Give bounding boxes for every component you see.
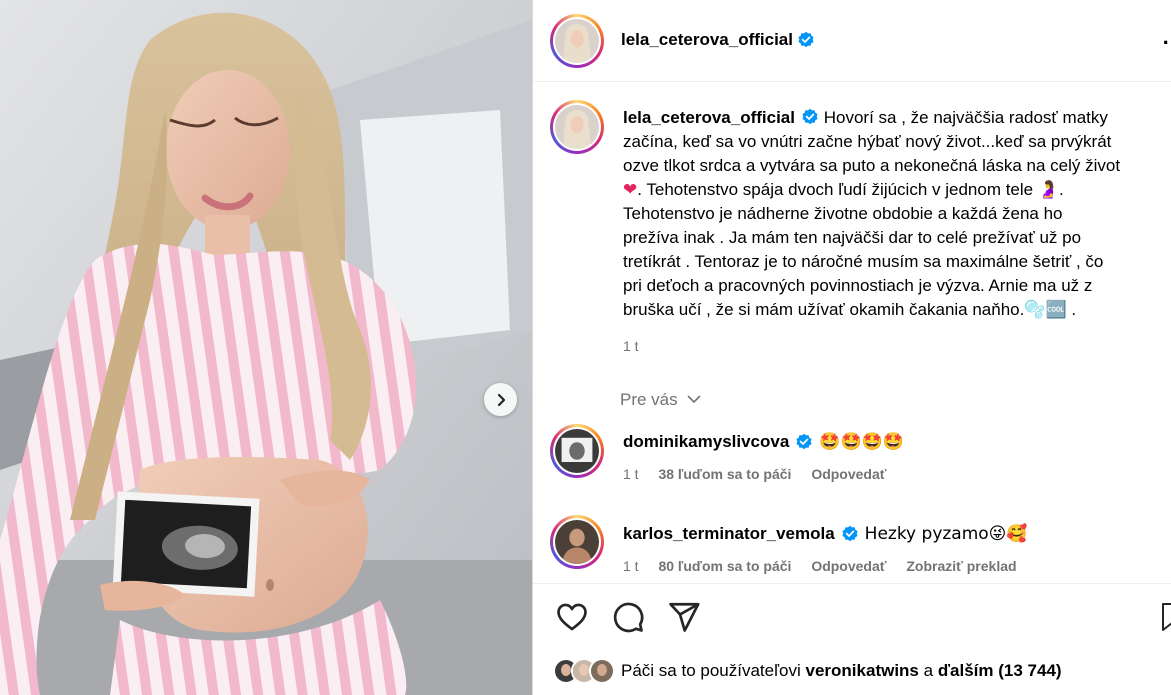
comment-item: karlos_terminator_vemola Hezky pyzamo😜🥰 … [623,524,1033,574]
comment-avatar[interactable] [550,424,604,478]
comment-username[interactable]: karlos_terminator_vemola [623,524,835,544]
likes-joiner: a [923,661,934,680]
verified-icon [796,433,812,450]
likes-prefix: Páči sa to používateľovi [621,661,801,680]
post-caption: lela_ceterova_official Hovorí sa , že na… [623,106,1171,358]
pre-vas-label: Pre vás [620,390,678,409]
bookmark-icon[interactable] [1161,602,1171,632]
likes-rest[interactable]: ďalším (13 744) [938,661,1062,681]
caption-line-6: prežíva inak . Ja mám ten najväčši dar t… [623,228,1082,247]
caption-avatar[interactable] [550,100,604,154]
verified-icon [802,108,818,125]
caption-line-8: pri deťoch a pracovných povinnostiach je… [623,276,1093,295]
pre-vas-toggle[interactable]: Pre vás [620,390,702,410]
more-icon[interactable]: · [1163,30,1171,56]
caption-line-4: . Tehotenstvo spája dvoch ľudí žijúcich … [637,180,1034,199]
author-avatar[interactable] [550,14,604,68]
reply-button[interactable]: Odpovedať [811,466,886,482]
comment-time[interactable]: 1 t [623,466,639,482]
verified-icon [798,31,814,48]
comment-text: Hezky pyzamo😜🥰 [864,524,1028,544]
caption-line-1: Hovorí sa , že najväčšia radosť matky [823,108,1108,127]
actions-divider [533,583,1171,584]
chevron-right-icon [497,393,505,406]
comment-icon[interactable] [611,600,645,634]
chevron-down-icon [687,395,701,404]
next-photo-button[interactable] [484,383,517,416]
header-username[interactable]: lela_ceterova_official [621,30,793,50]
comment-text: 🤩🤩🤩🤩 [819,432,904,452]
caption-line-2: začína, keď sa vo vnútri začne hýbať nov… [623,132,1112,151]
comment-item: dominikamyslivcova 🤩🤩🤩🤩 1 t 38 ľuďom sa … [623,432,904,482]
caption-time[interactable]: 1 t [623,334,1171,358]
avatar [589,658,615,684]
comment-username[interactable]: dominikamyslivcova [623,432,789,452]
post-header: lela_ceterova_official · [533,0,1171,82]
bubbles-emoji-icon: 🫧🆒 [1024,300,1067,320]
likes-summary: Páči sa to používateľovi veronikatwins a… [553,658,1062,684]
comment-likes[interactable]: 80 ľuďom sa to páči [658,558,791,574]
heart-icon[interactable] [555,600,589,634]
verified-icon [842,525,858,542]
post-side-panel: lela_ceterova_official · lela_ceterova_o… [533,0,1171,695]
comment-time[interactable]: 1 t [623,558,639,574]
post-photo [0,0,532,695]
caption-line-10: . [1066,300,1077,319]
action-bar [555,600,701,634]
red-heart-icon: ❤ [623,180,638,200]
caption-line-3: ozve tlkot srdca a vytvára sa puto a nek… [623,156,1121,175]
caption-line-5: Tehotenstvo je nádherne životne obdobie … [623,204,1063,223]
likes-user[interactable]: veronikatwins [806,661,919,681]
liker-avatars[interactable] [553,658,615,684]
comment-likes[interactable]: 38 ľuďom sa to páči [658,466,791,482]
translate-button[interactable]: Zobraziť preklad [906,558,1016,574]
pregnant-emoji-icon: 🤰 [1037,180,1060,200]
caption-username[interactable]: lela_ceterova_official [623,108,795,127]
share-icon[interactable] [667,600,701,634]
photo-scene [0,0,532,695]
reply-button[interactable]: Odpovedať [811,558,886,574]
caption-line-7: tretíkrát . Tentoraz je to náročné musím… [623,252,1104,271]
comment-avatar[interactable] [550,515,604,569]
caption-line-9: bruška učí , že si mám užívať okamih čak… [623,300,1025,319]
